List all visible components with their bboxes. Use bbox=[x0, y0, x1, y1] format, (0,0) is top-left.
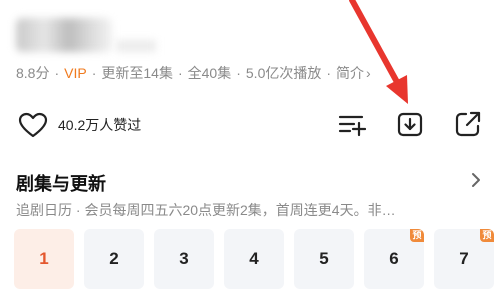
show-meta-line[interactable]: 8.8分 · VIP · 更新至14集 · 全40集 · 5.0亿次播放 · 简介 › bbox=[16, 63, 371, 83]
total-episodes: 全40集 bbox=[187, 65, 232, 81]
blurred-title bbox=[16, 18, 112, 52]
episode-list: 1 2 3 4 5 6 预 7 预 bbox=[14, 229, 496, 289]
download-icon[interactable] bbox=[396, 110, 424, 138]
update-status: 更新至14集 bbox=[101, 65, 173, 81]
like-button[interactable]: 40.2万人赞过 bbox=[18, 112, 141, 138]
episode-button-6[interactable]: 6 预 bbox=[364, 229, 424, 289]
add-to-list-icon[interactable] bbox=[338, 110, 366, 138]
like-count: 40.2万人赞过 bbox=[58, 117, 142, 133]
episode-button-7[interactable]: 7 预 bbox=[434, 229, 494, 289]
heart-icon bbox=[18, 112, 48, 138]
intro-link[interactable]: 简介 bbox=[336, 65, 364, 81]
episode-button-5[interactable]: 5 bbox=[294, 229, 354, 289]
episode-button-3[interactable]: 3 bbox=[154, 229, 214, 289]
episode-button-1[interactable]: 1 bbox=[14, 229, 74, 289]
play-count: 5.0亿次播放 bbox=[245, 65, 322, 81]
episodes-section-title[interactable]: 剧集与更新 bbox=[16, 170, 106, 196]
vip-badge: VIP bbox=[64, 65, 87, 81]
chevron-right-icon[interactable] bbox=[470, 172, 482, 188]
preview-badge: 预 bbox=[480, 229, 494, 242]
chevron-right-icon: › bbox=[366, 65, 371, 81]
preview-badge: 预 bbox=[410, 229, 424, 242]
rating: 8.8分 bbox=[16, 65, 50, 81]
update-schedule-text: 追剧日历 · 会员每周四五六20点更新2集，首周连更4天。非… bbox=[16, 202, 396, 218]
episode-button-2[interactable]: 2 bbox=[84, 229, 144, 289]
share-icon[interactable] bbox=[454, 110, 482, 138]
blurred-title-fragment bbox=[116, 40, 156, 52]
episode-button-4[interactable]: 4 bbox=[224, 229, 284, 289]
